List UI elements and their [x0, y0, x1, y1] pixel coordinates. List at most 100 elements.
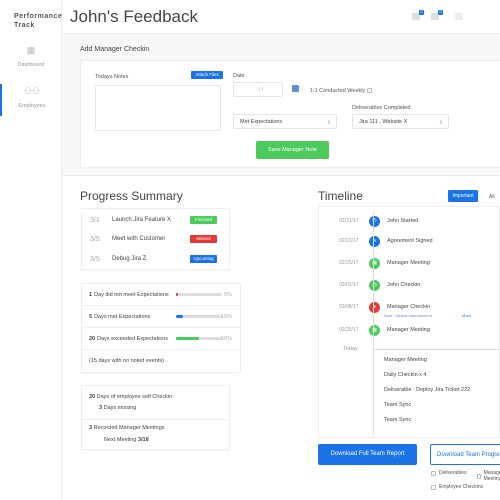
date-label: Date: [233, 73, 245, 79]
self-checkin-stat: 20 Days of employee self Checkin: [89, 394, 172, 400]
task-date: 3/5: [90, 235, 100, 243]
calendar-icon: ▦: [369, 257, 380, 269]
stat-count: 3: [99, 405, 103, 411]
divider: [374, 349, 500, 350]
deliverables-option[interactable]: Deliverables: [431, 470, 467, 476]
today-item: Manager Meeting: [384, 357, 427, 363]
event-date: 02/23/17: [339, 238, 359, 244]
calendar-icon: ▦: [369, 324, 380, 336]
deliverables-select[interactable]: Jira 111 , Website X ⇕: [352, 114, 449, 129]
weekly-label: 1:1 Conducted Weekly: [310, 88, 366, 94]
today-item: Team Sync: [384, 402, 412, 408]
stat-label: Next Meeting: [104, 437, 137, 443]
stat-label: Recorded Manager Meetings: [93, 425, 165, 431]
header: John's Feedback 0 0: [62, 0, 500, 34]
select-arrow-icon: ⇕: [438, 120, 443, 126]
checkbox[interactable]: [477, 473, 481, 479]
timeline-event[interactable]: 02/25/17 ▦ Manager Meeting: [319, 256, 500, 270]
date-input[interactable]: / /: [233, 82, 283, 97]
stat-count: 20: [89, 335, 96, 342]
task-date: 3/5: [90, 255, 100, 263]
manager-meetings-option[interactable]: Manager Meetings: [477, 470, 500, 482]
progress-bar: [176, 293, 222, 296]
event-name: John Started: [387, 218, 419, 224]
employee-checkins-option[interactable]: Employee Checkins: [431, 484, 483, 490]
download-team-progress-button[interactable]: Download Team Progress: [430, 444, 500, 465]
notification-badge: 0: [419, 10, 424, 15]
stat-label: Days met Expectations: [94, 313, 151, 320]
attach-files-button[interactable]: Attach Files: [191, 71, 223, 79]
notes-label: Todays Notes: [95, 74, 129, 80]
stat-count: 5: [89, 313, 93, 320]
option-label: Employee Checkins: [439, 484, 484, 490]
stat-label: Days missing: [103, 405, 137, 411]
timeline-event[interactable]: 03/08/17 ● Manager Checkin: [319, 300, 500, 314]
event-date: 03/02/17: [339, 282, 359, 288]
event-name: Manager Meeting: [387, 260, 430, 266]
stat-row: 5 Days met Expectations 15%: [82, 306, 240, 328]
event-name: Manager Checkin: [387, 304, 431, 310]
bell-icon[interactable]: 0: [412, 10, 424, 20]
event-name: Agreement Signed: [387, 238, 433, 244]
next-meeting-stat: Next Meeting 3/18: [104, 437, 149, 443]
stat-label: Days of employee self Checkin: [96, 394, 173, 400]
event-note: Note : Needs Improvement: [384, 313, 432, 318]
event-date: 02/25/17: [339, 327, 359, 333]
pen-icon: ✎: [369, 235, 380, 247]
event-name: John Checkin: [387, 282, 421, 288]
status-badge: Finished: [190, 216, 217, 224]
today-item: Deliverable : Deploy Jira Ticket 222: [384, 387, 471, 393]
stat-row: 20 Days exceeded Expectations 50%: [82, 328, 240, 350]
mail-icon[interactable]: 0: [431, 10, 443, 20]
chat-icon[interactable]: [455, 13, 463, 20]
sidebar-item-dashboard[interactable]: ▦ Dashboard: [0, 45, 62, 68]
download-full-report-button[interactable]: Download Full Team Report: [318, 444, 417, 465]
expectation-select[interactable]: Met Expectations ⇕: [233, 114, 337, 129]
missing-stat: 3 Days missing: [99, 405, 136, 411]
clock-icon: ◷: [369, 279, 380, 291]
timeline-event[interactable]: 02/25/17 ▦ Manager Meeting: [319, 323, 500, 337]
deliverables-value: Jira 111 , Website X: [359, 118, 408, 125]
progress-fill: [176, 315, 183, 318]
notes-textarea[interactable]: [95, 85, 221, 131]
checkbox[interactable]: [431, 484, 436, 490]
today-item: Daily Checkin x 4: [384, 372, 427, 378]
no-events-row: (15 days with no noted events): [89, 358, 164, 364]
select-arrow-icon: ⇕: [326, 120, 331, 126]
expectation-value: Met Expectations: [240, 118, 283, 125]
timeline-event[interactable]: 02/21/17 ⏻ John Started: [319, 214, 500, 228]
stat-row: 1 Day did not meet Expectations 5%: [82, 284, 240, 306]
brand-logo: Performance Track: [14, 13, 63, 29]
timeline-event[interactable]: 02/23/17 ✎ Agreement Signed: [319, 234, 500, 248]
user-icon: ●: [369, 301, 380, 313]
weekly-checkbox[interactable]: [367, 88, 372, 93]
task-row: 3/5 Meet with Customer Missed: [82, 229, 229, 249]
task-name: Meet with Customer: [112, 236, 166, 242]
sidebar: Performance Track ▦ Dashboard ⚇⚇ Employe…: [0, 0, 62, 500]
status-badge: Missed: [190, 235, 217, 243]
power-icon: ⏻: [369, 215, 380, 227]
meetings-stat: 3 Recorded Manager Meetings: [89, 425, 165, 431]
checkin-stats: 20 Days of employee self Checkin 3 Days …: [81, 385, 230, 450]
progress-fill: [176, 293, 179, 296]
more-link[interactable]: More: [462, 313, 471, 318]
tab-all[interactable]: All: [489, 194, 495, 200]
today-item: Team Sync: [384, 417, 412, 423]
sidebar-item-employees[interactable]: ⚇⚇ Employees: [0, 84, 62, 116]
save-manager-note-button[interactable]: Save Manager Note: [256, 141, 329, 159]
option-label: Deliverables: [439, 470, 467, 476]
stat-percent: 50%: [220, 335, 232, 342]
event-date: 02/25/17: [339, 260, 359, 266]
calendar-icon[interactable]: [292, 85, 299, 92]
notification-badge: 0: [438, 10, 443, 15]
timeline-line: [373, 212, 374, 434]
section-title: Add Manager Checkin: [80, 46, 150, 53]
progress-bar: [176, 337, 222, 340]
checkbox[interactable]: [431, 470, 436, 476]
timeline-event[interactable]: 03/02/17 ◷ John Checkin: [319, 278, 500, 292]
progress-summary-title: Progress Summary: [80, 189, 183, 203]
task-row: 3/1 Launch Jira Feature X Finished: [82, 210, 229, 230]
tab-important[interactable]: Important: [448, 190, 478, 202]
page-title: John's Feedback: [70, 7, 198, 26]
status-badge: Upcoming: [190, 255, 217, 263]
